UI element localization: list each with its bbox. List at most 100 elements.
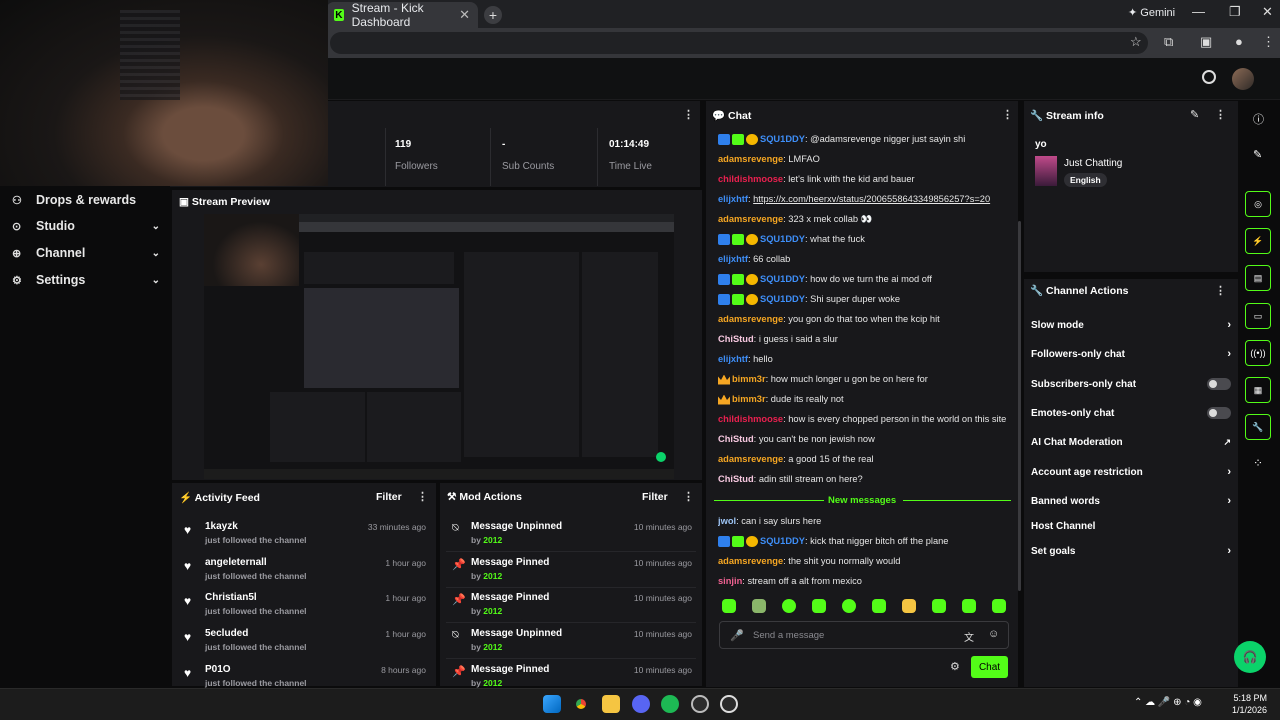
notifications-icon[interactable]	[1202, 70, 1216, 84]
toggle-switch[interactable]	[1207, 407, 1231, 419]
reading-mode-icon[interactable]: ▣	[1200, 34, 1212, 50]
emote-icon[interactable]	[902, 599, 916, 613]
microphone-icon[interactable]: 🎤	[730, 629, 744, 642]
chat-message[interactable]: elijxhtf: hello	[718, 354, 1013, 364]
chat-username[interactable]: ChiStud	[718, 334, 754, 344]
stream-preview-video[interactable]	[204, 214, 674, 479]
spotify-icon[interactable]	[661, 695, 679, 713]
chat-username[interactable]: SQU1DDY	[760, 134, 805, 144]
new-messages-divider[interactable]: New messages	[828, 495, 896, 506]
chat-username[interactable]: ChiStud	[718, 434, 754, 444]
rail-bolt-icon[interactable]: ⚡	[1245, 228, 1271, 254]
chat-username[interactable]: SQU1DDY	[760, 274, 805, 284]
gemini-button[interactable]: ✦ Gemini	[1128, 6, 1175, 19]
toggle-switch[interactable]	[1207, 378, 1231, 390]
chat-username[interactable]: adamsrevenge	[718, 556, 783, 566]
chat-message[interactable]: SQU1DDY: what the fuck	[718, 234, 1013, 246]
follower-name[interactable]: angeleternall	[205, 557, 267, 568]
follower-name[interactable]: 5ecluded	[205, 628, 248, 639]
emote-icon[interactable]	[842, 599, 856, 613]
chat-username[interactable]: SQU1DDY	[760, 294, 805, 304]
emote-icon[interactable]	[812, 599, 826, 613]
chat-username[interactable]: adamsrevenge	[718, 154, 783, 164]
discord-icon[interactable]	[632, 695, 650, 713]
mod-username[interactable]: 2012	[483, 606, 502, 616]
close-window-icon[interactable]: ✕	[1262, 4, 1273, 20]
chat-message[interactable]: elijxhtf: https://x.com/heerxv/status/20…	[718, 194, 1013, 204]
chat-username[interactable]: ChiStud	[718, 474, 754, 484]
chat-message[interactable]: ChiStud: adin still stream on here?	[718, 474, 1013, 484]
pen-icon[interactable]: ✎	[1253, 148, 1262, 161]
follower-name[interactable]: Christian5l	[205, 592, 257, 603]
chat-username[interactable]: jwol	[718, 516, 736, 526]
chat-username[interactable]: SQU1DDY	[760, 234, 805, 244]
browser-tab[interactable]: K Stream - Kick Dashboard ✕	[326, 1, 478, 29]
emote-icon[interactable]	[992, 599, 1006, 613]
channel-action-banned-words[interactable]: Banned words ›	[1031, 491, 1231, 511]
chat-message[interactable]: SQU1DDY: Shi super duper woke	[718, 294, 1013, 306]
chat-more-icon[interactable]: ⋮	[1002, 108, 1013, 121]
mod-more-icon[interactable]: ⋮	[683, 490, 694, 503]
chat-message[interactable]: adamsrevenge: the shit you normally woul…	[718, 556, 1013, 566]
chat-username[interactable]: bimm3r	[732, 374, 766, 384]
rail-apps-icon[interactable]: ⁘	[1253, 456, 1263, 470]
maximize-icon[interactable]: ❐	[1229, 4, 1241, 20]
channel-actions-more-icon[interactable]: ⋮	[1215, 284, 1226, 297]
chat-message[interactable]: adamsrevenge: 323 x mek collab 👀	[718, 214, 1013, 225]
close-tab-icon[interactable]: ✕	[459, 7, 470, 23]
chat-username[interactable]: childishmoose	[718, 174, 783, 184]
follower-name[interactable]: 1kayzk	[205, 521, 238, 532]
chat-message[interactable]: bimm3r: how much longer u gon be on here…	[718, 374, 1013, 385]
chat-username[interactable]: elijxhtf	[718, 194, 748, 204]
chat-message[interactable]: adamsrevenge: a good 15 of the real	[718, 454, 1013, 464]
steam-icon[interactable]	[720, 695, 738, 713]
sidebar-item-drops[interactable]: ⚇ Drops & rewards	[12, 188, 160, 212]
chat-username[interactable]: sinjin	[718, 576, 742, 586]
sidebar-item-channel[interactable]: ⊕ Channel ⌄	[12, 241, 160, 265]
profile-icon[interactable]: ●	[1235, 34, 1243, 49]
stream-info-more-icon[interactable]: ⋮	[1215, 108, 1226, 121]
minimize-icon[interactable]: —	[1192, 4, 1205, 19]
rail-layout-icon[interactable]: ▦	[1245, 377, 1271, 403]
activity-filter-button[interactable]: Filter	[376, 491, 402, 503]
chat-username[interactable]: childishmoose	[718, 414, 783, 424]
chat-message[interactable]: childishmoose: let's link with the kid a…	[718, 174, 1013, 184]
bookmark-star-icon[interactable]: ☆	[1130, 34, 1142, 50]
start-icon[interactable]	[543, 695, 561, 713]
chat-username[interactable]: SQU1DDY	[760, 536, 805, 546]
chat-username[interactable]: adamsrevenge	[718, 214, 783, 224]
channel-action-emotes-only-chat[interactable]: Emotes-only chat	[1031, 403, 1231, 423]
channel-action-account-age-restriction[interactable]: Account age restriction ›	[1031, 462, 1231, 482]
chat-username[interactable]: adamsrevenge	[718, 314, 783, 324]
emote-icon[interactable]	[872, 599, 886, 613]
channel-action-subscribers-only-chat[interactable]: Subscribers-only chat	[1031, 374, 1231, 394]
rail-tools-icon[interactable]: 🔧	[1245, 414, 1271, 440]
extensions-icon[interactable]: ⧉	[1164, 34, 1173, 50]
chat-message[interactable]: childishmoose: how is every chopped pers…	[718, 414, 1013, 424]
sidebar-item-settings[interactable]: ⚙ Settings ⌄	[12, 268, 160, 292]
chat-username[interactable]: adamsrevenge	[718, 454, 783, 464]
chat-message[interactable]: ChiStud: you can't be non jewish now	[718, 434, 1013, 444]
chat-message[interactable]: ChiStud: i guess i said a slur	[718, 334, 1013, 344]
chat-message[interactable]: SQU1DDY: kick that nigger bitch off the …	[718, 536, 1013, 548]
app-icon[interactable]	[691, 695, 709, 713]
chat-username[interactable]: elijxhtf	[718, 354, 748, 364]
explorer-icon[interactable]	[602, 695, 620, 713]
chat-username[interactable]: bimm3r	[732, 394, 766, 404]
rail-chat-icon[interactable]: ▭	[1245, 303, 1271, 329]
address-input[interactable]	[330, 32, 1148, 54]
chat-message[interactable]: adamsrevenge: LMFAO	[718, 154, 1013, 164]
channel-action-ai-chat-moderation[interactable]: AI Chat Moderation ↗	[1031, 432, 1231, 452]
tray-chevron-icon[interactable]: ⌃ ☁ 🎤 ⊕ ◔ ◉	[1134, 697, 1202, 708]
new-tab-button[interactable]: +	[484, 6, 502, 24]
menu-icon[interactable]: ⋮	[1262, 34, 1275, 50]
rail-broadcast-icon[interactable]: ((•))	[1245, 340, 1271, 366]
chat-message[interactable]: adamsrevenge: you gon do that too when t…	[718, 314, 1013, 324]
rail-camera-icon[interactable]: ◎	[1245, 191, 1271, 217]
stats-more-icon[interactable]: ⋮	[683, 108, 694, 121]
chat-settings-icon[interactable]: ⚙	[950, 660, 960, 673]
emote-icon[interactable]	[782, 599, 796, 613]
emoji-icon[interactable]: ☺	[988, 628, 999, 640]
rail-notes-icon[interactable]: ▤	[1245, 265, 1271, 291]
chat-scrollbar[interactable]	[1018, 221, 1021, 591]
